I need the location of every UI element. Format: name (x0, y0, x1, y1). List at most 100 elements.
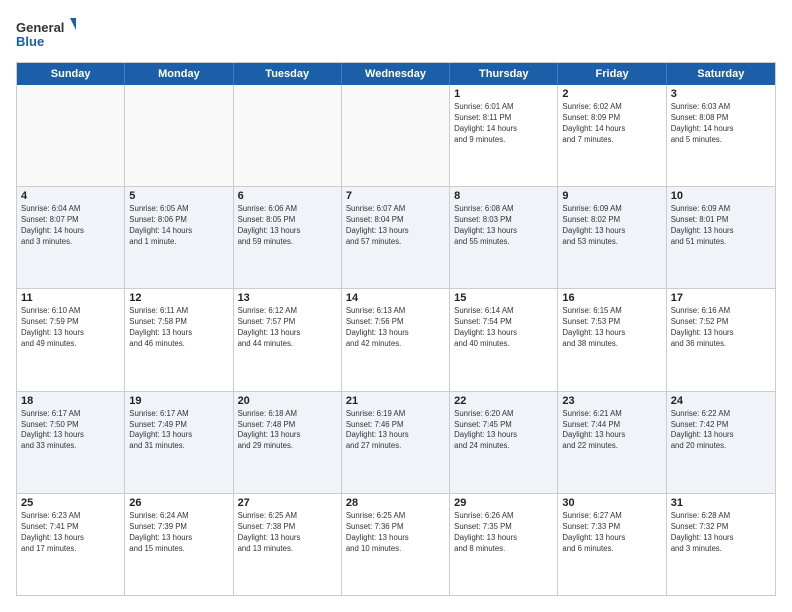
day-number: 20 (238, 395, 337, 407)
day-number: 5 (129, 190, 228, 202)
day-info: Sunrise: 6:09 AMSunset: 8:01 PMDaylight:… (671, 204, 771, 248)
calendar-cell (342, 85, 450, 186)
day-number: 3 (671, 88, 771, 100)
calendar-cell: 6 Sunrise: 6:06 AMSunset: 8:05 PMDaylight… (234, 187, 342, 288)
header-day-friday: Friday (558, 63, 666, 85)
calendar-cell: 10 Sunrise: 6:09 AMSunset: 8:01 PMDayligh… (667, 187, 775, 288)
svg-text:General: General (16, 20, 64, 35)
calendar-cell: 12 Sunrise: 6:11 AMSunset: 7:58 PMDayligh… (125, 289, 233, 390)
day-info: Sunrise: 6:27 AMSunset: 7:33 PMDaylight:… (562, 511, 661, 555)
day-info: Sunrise: 6:09 AMSunset: 8:02 PMDaylight:… (562, 204, 661, 248)
day-number: 25 (21, 497, 120, 509)
day-number: 9 (562, 190, 661, 202)
logo: General Blue (16, 16, 76, 52)
day-number: 14 (346, 292, 445, 304)
calendar-cell: 14 Sunrise: 6:13 AMSunset: 7:56 PMDayligh… (342, 289, 450, 390)
day-info: Sunrise: 6:06 AMSunset: 8:05 PMDaylight:… (238, 204, 337, 248)
header: General Blue (16, 16, 776, 52)
day-number: 18 (21, 395, 120, 407)
calendar-cell: 18 Sunrise: 6:17 AMSunset: 7:50 PMDayligh… (17, 392, 125, 493)
calendar-cell: 11Sunrise: 6:10 AMSunset: 7:59 PMDayligh… (17, 289, 125, 390)
calendar-row-1: 1 Sunrise: 6:01 AMSunset: 8:11 PMDaylight… (17, 85, 775, 187)
day-number: 1 (454, 88, 553, 100)
day-info: Sunrise: 6:05 AMSunset: 8:06 PMDaylight:… (129, 204, 228, 248)
calendar-cell: 17 Sunrise: 6:16 AMSunset: 7:52 PMDayligh… (667, 289, 775, 390)
day-info: Sunrise: 6:16 AMSunset: 7:52 PMDaylight:… (671, 306, 771, 350)
calendar-cell: 15Sunrise: 6:14 AMSunset: 7:54 PMDayligh… (450, 289, 558, 390)
header-day-tuesday: Tuesday (234, 63, 342, 85)
svg-text:Blue: Blue (16, 34, 44, 49)
day-info: Sunrise: 6:03 AMSunset: 8:08 PMDaylight:… (671, 102, 771, 146)
calendar-cell: 19Sunrise: 6:17 AMSunset: 7:49 PMDayligh… (125, 392, 233, 493)
day-number: 17 (671, 292, 771, 304)
day-number: 21 (346, 395, 445, 407)
day-info: Sunrise: 6:17 AMSunset: 7:50 PMDaylight:… (21, 409, 120, 453)
day-number: 2 (562, 88, 661, 100)
day-number: 10 (671, 190, 771, 202)
calendar-cell: 29 Sunrise: 6:26 AMSunset: 7:35 PMDayligh… (450, 494, 558, 595)
page: General Blue SundayMondayTuesdayWednesda… (0, 0, 792, 612)
calendar-cell: 20 Sunrise: 6:18 AMSunset: 7:48 PMDayligh… (234, 392, 342, 493)
calendar-header: SundayMondayTuesdayWednesdayThursdayFrid… (17, 63, 775, 85)
day-info: Sunrise: 6:01 AMSunset: 8:11 PMDaylight:… (454, 102, 553, 146)
day-info: Sunrise: 6:08 AMSunset: 8:03 PMDaylight:… (454, 204, 553, 248)
calendar-cell: 28 Sunrise: 6:25 AMSunset: 7:36 PMDayligh… (342, 494, 450, 595)
calendar: SundayMondayTuesdayWednesdayThursdayFrid… (16, 62, 776, 596)
calendar-cell: 2 Sunrise: 6:02 AMSunset: 8:09 PMDaylight… (558, 85, 666, 186)
header-day-monday: Monday (125, 63, 233, 85)
day-number: 7 (346, 190, 445, 202)
header-day-sunday: Sunday (17, 63, 125, 85)
day-number: 23 (562, 395, 661, 407)
day-number: 16 (562, 292, 661, 304)
calendar-cell: 16 Sunrise: 6:15 AMSunset: 7:53 PMDayligh… (558, 289, 666, 390)
day-number: 29 (454, 497, 553, 509)
day-number: 24 (671, 395, 771, 407)
calendar-row-3: 11Sunrise: 6:10 AMSunset: 7:59 PMDayligh… (17, 289, 775, 391)
day-info: Sunrise: 6:11 AMSunset: 7:58 PMDaylight:… (129, 306, 228, 350)
calendar-cell: 24 Sunrise: 6:22 AMSunset: 7:42 PMDayligh… (667, 392, 775, 493)
day-info: Sunrise: 6:07 AMSunset: 8:04 PMDaylight:… (346, 204, 445, 248)
day-info: Sunrise: 6:20 AMSunset: 7:45 PMDaylight:… (454, 409, 553, 453)
calendar-cell: 21Sunrise: 6:19 AMSunset: 7:46 PMDayligh… (342, 392, 450, 493)
day-number: 19 (129, 395, 228, 407)
day-info: Sunrise: 6:26 AMSunset: 7:35 PMDaylight:… (454, 511, 553, 555)
day-info: Sunrise: 6:02 AMSunset: 8:09 PMDaylight:… (562, 102, 661, 146)
day-info: Sunrise: 6:12 AMSunset: 7:57 PMDaylight:… (238, 306, 337, 350)
day-info: Sunrise: 6:10 AMSunset: 7:59 PMDaylight:… (21, 306, 120, 350)
header-day-thursday: Thursday (450, 63, 558, 85)
day-info: Sunrise: 6:24 AMSunset: 7:39 PMDaylight:… (129, 511, 228, 555)
calendar-cell: 4Sunrise: 6:04 AMSunset: 8:07 PMDaylight… (17, 187, 125, 288)
calendar-cell (17, 85, 125, 186)
calendar-cell (125, 85, 233, 186)
day-number: 26 (129, 497, 228, 509)
calendar-row-2: 4Sunrise: 6:04 AMSunset: 8:07 PMDaylight… (17, 187, 775, 289)
calendar-cell: 30 Sunrise: 6:27 AMSunset: 7:33 PMDayligh… (558, 494, 666, 595)
calendar-cell: 13Sunrise: 6:12 AMSunset: 7:57 PMDayligh… (234, 289, 342, 390)
day-info: Sunrise: 6:15 AMSunset: 7:53 PMDaylight:… (562, 306, 661, 350)
day-number: 4 (21, 190, 120, 202)
day-number: 31 (671, 497, 771, 509)
day-number: 30 (562, 497, 661, 509)
day-number: 12 (129, 292, 228, 304)
calendar-cell: 5 Sunrise: 6:05 AMSunset: 8:06 PMDaylight… (125, 187, 233, 288)
calendar-cell: 23 Sunrise: 6:21 AMSunset: 7:44 PMDayligh… (558, 392, 666, 493)
calendar-cell: 1 Sunrise: 6:01 AMSunset: 8:11 PMDaylight… (450, 85, 558, 186)
day-info: Sunrise: 6:22 AMSunset: 7:42 PMDaylight:… (671, 409, 771, 453)
day-number: 22 (454, 395, 553, 407)
calendar-cell: 3 Sunrise: 6:03 AMSunset: 8:08 PMDaylight… (667, 85, 775, 186)
day-info: Sunrise: 6:18 AMSunset: 7:48 PMDaylight:… (238, 409, 337, 453)
header-day-saturday: Saturday (667, 63, 775, 85)
day-number: 8 (454, 190, 553, 202)
calendar-cell: 8 Sunrise: 6:08 AMSunset: 8:03 PMDaylight… (450, 187, 558, 288)
calendar-row-5: 25Sunrise: 6:23 AMSunset: 7:41 PMDayligh… (17, 494, 775, 595)
day-number: 6 (238, 190, 337, 202)
calendar-cell: 9 Sunrise: 6:09 AMSunset: 8:02 PMDaylight… (558, 187, 666, 288)
calendar-body: 1 Sunrise: 6:01 AMSunset: 8:11 PMDaylight… (17, 85, 775, 595)
day-info: Sunrise: 6:13 AMSunset: 7:56 PMDaylight:… (346, 306, 445, 350)
day-number: 28 (346, 497, 445, 509)
logo-svg: General Blue (16, 16, 76, 52)
day-info: Sunrise: 6:25 AMSunset: 7:36 PMDaylight:… (346, 511, 445, 555)
calendar-cell (234, 85, 342, 186)
day-info: Sunrise: 6:21 AMSunset: 7:44 PMDaylight:… (562, 409, 661, 453)
day-number: 27 (238, 497, 337, 509)
